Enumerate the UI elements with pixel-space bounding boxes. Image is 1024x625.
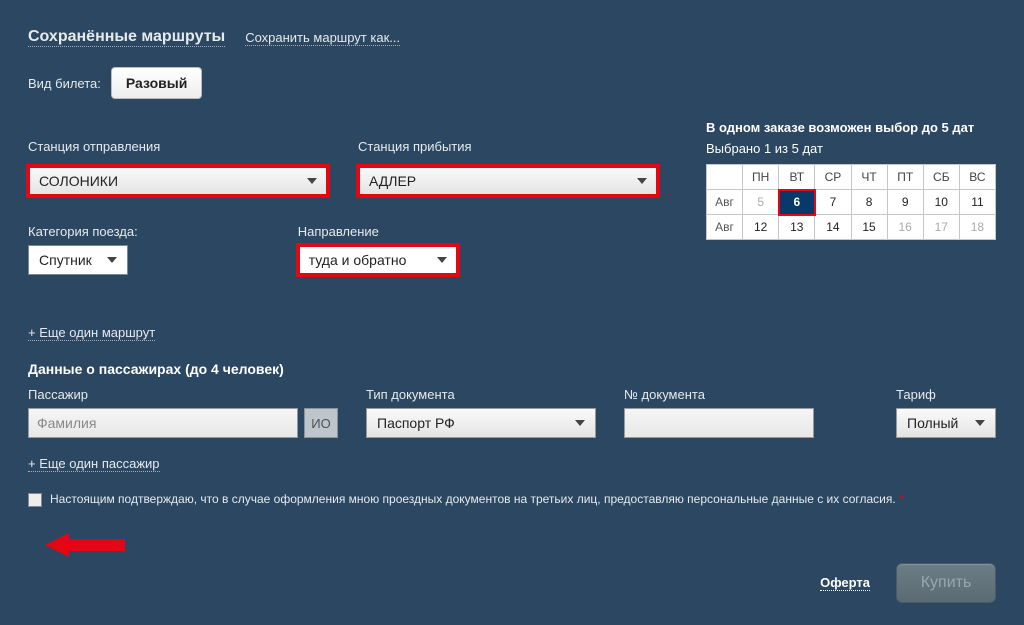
- buy-button[interactable]: Купить: [896, 563, 996, 603]
- calendar-note: В одном заказе возможен выбор до 5 дат: [706, 120, 996, 135]
- calendar-day[interactable]: 13: [779, 215, 815, 240]
- calendar-day[interactable]: 16: [887, 215, 923, 240]
- calendar-day[interactable]: 15: [851, 215, 887, 240]
- passengers-title: Данные о пассажирах (до 4 человек): [28, 361, 996, 377]
- direction-select[interactable]: туда и обратно: [298, 245, 458, 275]
- calendar-day[interactable]: 8: [851, 190, 887, 215]
- direction-label: Направление: [298, 224, 458, 239]
- chevron-down-icon: [575, 420, 585, 426]
- consent-text: Настоящим подтверждаю, что в случае офор…: [50, 492, 904, 508]
- train-category-select[interactable]: Спутник: [28, 245, 128, 275]
- calendar-day[interactable]: 7: [815, 190, 851, 215]
- chevron-down-icon: [975, 420, 985, 426]
- calendar-table: ПН ВТ СР ЧТ ПТ СБ ВС Авг 5 6 7 8 9 10 11…: [706, 164, 996, 240]
- arrival-label: Станция прибытия: [358, 139, 658, 154]
- arrival-station-value: АДЛЕР: [369, 173, 416, 189]
- weekday-header: СР: [815, 165, 851, 190]
- save-route-as-link[interactable]: Сохранить маршрут как...: [245, 30, 400, 46]
- saved-routes-link[interactable]: Сохранённые маршруты: [28, 28, 225, 47]
- calendar-month: Авг: [707, 215, 743, 240]
- direction-value: туда и обратно: [309, 252, 407, 268]
- calendar-selected-count: Выбрано 1 из 5 дат: [706, 141, 996, 156]
- consent-checkbox[interactable]: [28, 493, 42, 507]
- chevron-down-icon: [637, 178, 647, 184]
- calendar-day[interactable]: 5: [743, 190, 779, 215]
- passenger-surname-label: Пассажир: [28, 387, 338, 402]
- calendar-day[interactable]: 18: [959, 215, 995, 240]
- weekday-header: ПН: [743, 165, 779, 190]
- calendar-month: Авг: [707, 190, 743, 215]
- arrival-station-select[interactable]: АДЛЕР: [358, 166, 658, 196]
- weekday-header: ВС: [959, 165, 995, 190]
- train-category-label: Категория поезда:: [28, 224, 138, 239]
- calendar: В одном заказе возможен выбор до 5 дат В…: [706, 120, 996, 240]
- calendar-day[interactable]: 9: [887, 190, 923, 215]
- ticket-type-label: Вид билета:: [28, 76, 101, 91]
- weekday-header: ВТ: [779, 165, 815, 190]
- arrow-annotation-icon: [45, 530, 125, 560]
- add-passenger-link[interactable]: + Еще один пассажир: [28, 456, 160, 472]
- offer-link[interactable]: Оферта: [820, 575, 870, 591]
- document-number-label: № документа: [624, 387, 814, 402]
- document-type-value: Паспорт РФ: [377, 415, 455, 431]
- weekday-header: ЧТ: [851, 165, 887, 190]
- departure-label: Станция отправления: [28, 139, 328, 154]
- calendar-day[interactable]: 14: [815, 215, 851, 240]
- ticket-type-button[interactable]: Разовый: [111, 67, 202, 99]
- document-type-select[interactable]: Паспорт РФ: [366, 408, 596, 438]
- passenger-surname-input[interactable]: [28, 408, 298, 438]
- add-route-link[interactable]: + Еще один маршрут: [28, 325, 155, 341]
- departure-station-select[interactable]: СОЛОНИКИ: [28, 166, 328, 196]
- document-number-input[interactable]: [624, 408, 814, 438]
- chevron-down-icon: [307, 178, 317, 184]
- passenger-initials-button[interactable]: ИО: [304, 408, 338, 438]
- weekday-header: СБ: [923, 165, 959, 190]
- tariff-select[interactable]: Полный: [896, 408, 996, 438]
- tariff-label: Тариф: [896, 387, 996, 402]
- departure-station-value: СОЛОНИКИ: [39, 173, 118, 189]
- calendar-day[interactable]: 12: [743, 215, 779, 240]
- train-category-value: Спутник: [39, 252, 92, 268]
- document-type-label: Тип документа: [366, 387, 596, 402]
- calendar-day[interactable]: 17: [923, 215, 959, 240]
- weekday-header: ПТ: [887, 165, 923, 190]
- calendar-day[interactable]: 11: [959, 190, 995, 215]
- tariff-value: Полный: [907, 415, 958, 431]
- chevron-down-icon: [437, 257, 447, 263]
- calendar-day[interactable]: 10: [923, 190, 959, 215]
- calendar-day-selected[interactable]: 6: [779, 190, 815, 215]
- required-star: *: [899, 492, 904, 506]
- chevron-down-icon: [107, 257, 117, 263]
